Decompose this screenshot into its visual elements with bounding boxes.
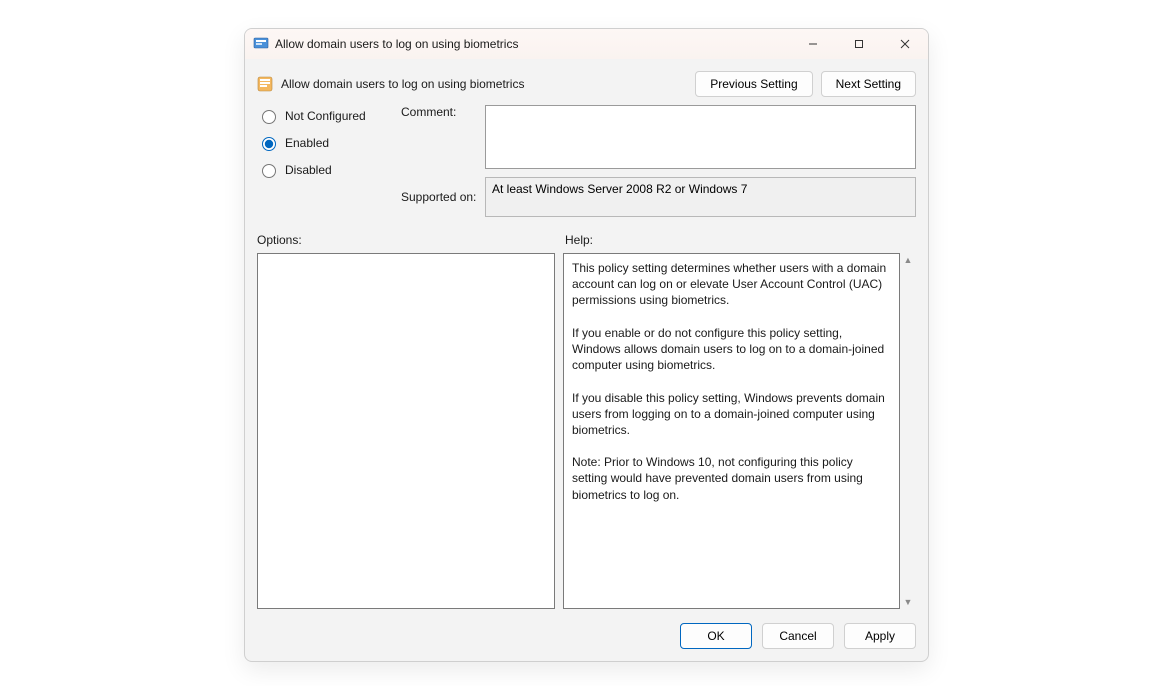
titlebar: Allow domain users to log on using biome… xyxy=(245,29,928,59)
scroll-down-icon[interactable]: ▼ xyxy=(904,597,913,607)
radio-disabled-label: Disabled xyxy=(285,163,332,177)
maximize-button[interactable] xyxy=(836,29,882,59)
radio-not-configured-label: Not Configured xyxy=(285,109,366,123)
options-box xyxy=(257,253,555,609)
options-label: Options: xyxy=(257,233,557,247)
help-scrollbar[interactable]: ▲ ▼ xyxy=(900,253,916,609)
supported-on-field: At least Windows Server 2008 R2 or Windo… xyxy=(485,177,916,217)
next-setting-button[interactable]: Next Setting xyxy=(821,71,916,97)
ok-button[interactable]: OK xyxy=(680,623,752,649)
close-button[interactable] xyxy=(882,29,928,59)
settings-grid: Not Configured Enabled Disabled Comment:… xyxy=(245,105,928,227)
panels: This policy setting determines whether u… xyxy=(245,249,928,617)
policy-item-icon xyxy=(257,76,273,92)
radio-not-configured-input[interactable] xyxy=(262,110,276,124)
minimize-button[interactable] xyxy=(790,29,836,59)
policy-icon xyxy=(253,36,269,52)
help-text: This policy setting determines whether u… xyxy=(563,253,900,609)
radio-enabled[interactable]: Enabled xyxy=(257,134,397,151)
policy-editor-window: Allow domain users to log on using biome… xyxy=(244,28,929,662)
help-label: Help: xyxy=(565,233,593,247)
radio-enabled-input[interactable] xyxy=(262,137,276,151)
radio-enabled-label: Enabled xyxy=(285,136,329,150)
comment-input[interactable] xyxy=(485,105,916,169)
radio-disabled[interactable]: Disabled xyxy=(257,161,397,178)
cancel-button[interactable]: Cancel xyxy=(762,623,834,649)
supported-on-label: Supported on: xyxy=(401,190,481,204)
policy-name: Allow domain users to log on using biome… xyxy=(281,77,524,91)
comment-label: Comment: xyxy=(401,105,481,119)
radio-not-configured[interactable]: Not Configured xyxy=(257,107,397,124)
previous-setting-button[interactable]: Previous Setting xyxy=(695,71,812,97)
section-labels: Options: Help: xyxy=(245,227,928,249)
apply-button[interactable]: Apply xyxy=(844,623,916,649)
help-panel: This policy setting determines whether u… xyxy=(563,253,916,609)
state-radio-group: Not Configured Enabled Disabled xyxy=(257,105,397,178)
policy-header: Allow domain users to log on using biome… xyxy=(245,59,928,105)
window-title: Allow domain users to log on using biome… xyxy=(275,37,518,51)
dialog-footer: OK Cancel Apply xyxy=(245,617,928,661)
scroll-up-icon[interactable]: ▲ xyxy=(904,255,913,265)
radio-disabled-input[interactable] xyxy=(262,164,276,178)
